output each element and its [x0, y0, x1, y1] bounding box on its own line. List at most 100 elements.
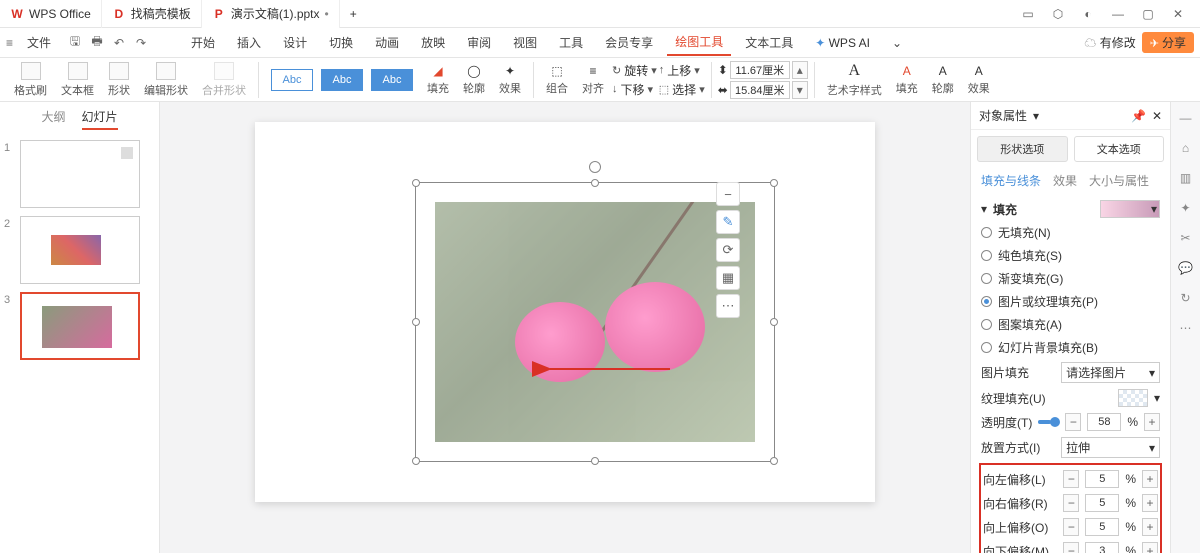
outline-dd[interactable]: ◯轮廓 [457, 64, 491, 96]
slide-canvas[interactable] [255, 122, 875, 502]
canvas-area[interactable]: − ✎ ⟳ ▦ ⋯ [160, 102, 970, 553]
rotate-dd[interactable]: ↻ 旋转 ▾ [612, 62, 657, 79]
fill-opt-pattern[interactable]: 图案填充(A) [981, 313, 1160, 336]
tab-templates[interactable]: D 找稿壳模板 [102, 0, 202, 28]
transparency-slider[interactable] [1038, 420, 1059, 424]
history-icon[interactable]: ↻ [1178, 290, 1194, 306]
more-button[interactable]: ⋯ [716, 294, 740, 318]
new-tab-button[interactable]: + [340, 0, 367, 28]
plus-button[interactable]: + [1142, 494, 1158, 512]
undo-icon[interactable]: ↶ [109, 31, 129, 55]
resize-handle[interactable] [591, 179, 599, 187]
offset-top-input[interactable] [1085, 518, 1119, 536]
user-avatar-icon[interactable]: ◐ [1074, 2, 1102, 26]
texture-select[interactable] [1118, 389, 1148, 407]
comment-icon[interactable]: 💬 [1178, 260, 1194, 276]
menu-tools[interactable]: 工具 [551, 30, 591, 55]
close-button[interactable]: ✕ [1164, 2, 1192, 26]
plus-button[interactable]: + [1142, 542, 1158, 553]
menu-design[interactable]: 设计 [275, 30, 315, 55]
shape-options-tab[interactable]: 形状选项 [977, 136, 1068, 162]
plus-button[interactable]: + [1142, 518, 1158, 536]
dim-stepper[interactable]: ▾ [792, 81, 808, 99]
tab-wps-office[interactable]: W WPS Office [0, 0, 102, 28]
resize-handle[interactable] [770, 179, 778, 187]
print-icon[interactable]: 🖶 [87, 31, 107, 55]
slide-thumb-1[interactable] [20, 140, 140, 208]
menu-insert[interactable]: 插入 [229, 30, 269, 55]
minimize-button[interactable]: — [1104, 2, 1132, 26]
rotate-handle[interactable] [589, 161, 601, 173]
movedown-dd[interactable]: ↓ 下移 ▾ [612, 81, 657, 98]
pin-icon[interactable]: 📌 [1131, 109, 1146, 123]
plus-button[interactable]: + [1144, 413, 1160, 431]
slides-tab[interactable]: 幻灯片 [82, 108, 118, 130]
menu-slideshow[interactable]: 放映 [413, 30, 453, 55]
refresh-button[interactable]: ⟳ [716, 238, 740, 262]
fill-opt-none[interactable]: 无填充(N) [981, 221, 1160, 244]
style-abc-2[interactable]: Abc [321, 69, 363, 91]
select-dd[interactable]: ⬚ 选择 ▾ [659, 81, 705, 98]
minus-button[interactable]: − [1063, 470, 1079, 488]
menu-animation[interactable]: 动画 [367, 30, 407, 55]
size-props-tab[interactable]: 大小与属性 [1089, 172, 1149, 189]
save-icon[interactable]: 🖫 [65, 31, 85, 55]
fill-opt-solid[interactable]: 纯色填充(S) [981, 244, 1160, 267]
resize-handle[interactable] [770, 318, 778, 326]
dim-stepper[interactable]: ▴ [792, 61, 808, 79]
zoom-out-button[interactable]: − [716, 182, 740, 206]
chevron-down-icon[interactable]: ⌄ [884, 32, 910, 54]
close-panel-icon[interactable]: ✕ [1152, 109, 1162, 123]
home-icon[interactable]: ⌂ [1178, 140, 1194, 156]
placement-select[interactable]: 拉伸▾ [1061, 437, 1160, 458]
outline-tab[interactable]: 大纲 [41, 108, 65, 130]
redo-icon[interactable]: ↷ [131, 31, 151, 55]
grid-button[interactable]: ▦ [716, 266, 740, 290]
edit-shape-group[interactable]: 编辑形状 [138, 62, 194, 98]
wps-ai-button[interactable]: ✦ WPS AI [807, 36, 878, 50]
wordart-style[interactable]: A艺术字样式 [821, 62, 888, 98]
minus-button[interactable]: − [1065, 413, 1081, 431]
minimize-dock-icon[interactable]: — [1178, 110, 1194, 126]
more-dock-icon[interactable]: ⋯ [1178, 320, 1194, 336]
fill-dd[interactable]: ◢填充 [421, 64, 455, 96]
layers-icon[interactable]: ▥ [1178, 170, 1194, 186]
style-abc-3[interactable]: Abc [371, 69, 413, 91]
text-fill-dd[interactable]: A填充 [890, 64, 924, 96]
maximize-button[interactable]: ▢ [1134, 2, 1162, 26]
shape-image[interactable] [435, 202, 755, 442]
resize-handle[interactable] [591, 457, 599, 465]
resize-handle[interactable] [412, 179, 420, 187]
shapes-group[interactable]: 形状 [102, 62, 136, 98]
fill-line-tab[interactable]: 填充与线条 [981, 172, 1041, 189]
offset-left-input[interactable] [1085, 470, 1119, 488]
fill-preview[interactable]: ▾ [1100, 200, 1160, 218]
pic-fill-select[interactable]: 请选择图片▾ [1061, 362, 1160, 383]
text-effects-dd[interactable]: A效果 [962, 64, 996, 96]
offset-bottom-input[interactable] [1085, 542, 1119, 553]
merge-shape-group[interactable]: 合并形状 [196, 62, 252, 98]
shape-styles[interactable]: Abc Abc Abc [265, 69, 419, 91]
gear-icon[interactable]: ✂ [1178, 230, 1194, 246]
minus-button[interactable]: − [1063, 494, 1079, 512]
offset-right-input[interactable] [1085, 494, 1119, 512]
edit-button[interactable]: ✎ [716, 210, 740, 234]
plus-button[interactable]: + [1142, 470, 1158, 488]
menu-icon[interactable]: ≡ [6, 36, 13, 50]
style-abc-1[interactable]: Abc [271, 69, 313, 91]
text-outline-dd[interactable]: A轮廓 [926, 64, 960, 96]
slide-thumb-3[interactable] [20, 292, 140, 360]
app-cube-icon[interactable]: ⬡ [1044, 2, 1072, 26]
resize-handle[interactable] [412, 318, 420, 326]
fill-opt-picture[interactable]: 图片或纹理填充(P) [981, 290, 1160, 313]
minus-button[interactable]: − [1063, 542, 1079, 553]
height-input[interactable] [730, 81, 790, 99]
align-dd[interactable]: ≡对齐 [576, 64, 610, 96]
format-painter-group[interactable]: 格式刷 [8, 62, 53, 98]
fill-opt-gradient[interactable]: 渐变填充(G) [981, 267, 1160, 290]
moveup-dd[interactable]: ↑ 上移 ▾ [659, 62, 705, 79]
effects-tab[interactable]: 效果 [1053, 172, 1077, 189]
chevron-down-icon[interactable]: ▾ [1154, 391, 1160, 405]
menu-drawing-tools[interactable]: 绘图工具 [667, 29, 731, 56]
menu-transition[interactable]: 切换 [321, 30, 361, 55]
